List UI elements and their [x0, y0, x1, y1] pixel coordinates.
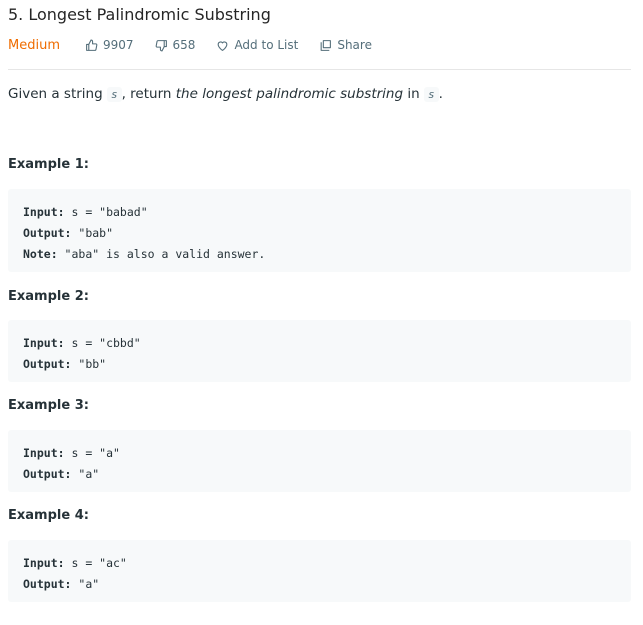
example-output-line: Output: "a"	[23, 464, 631, 485]
problem-meta-bar: Medium 9907 658 Add to List Share	[8, 37, 393, 53]
example-line-value: s = "babad"	[64, 205, 148, 219]
statement-variable-s: s	[423, 87, 439, 102]
example-output-line: Output: "bab"	[23, 223, 631, 244]
statement-emphasis: the longest palindromic substring	[175, 86, 404, 102]
example-line-value: "aba" is also a valid answer.	[57, 247, 266, 261]
example-line-label: Input:	[23, 205, 65, 219]
example-line-value: s = "a"	[64, 446, 120, 460]
example-line-value: "bab"	[71, 226, 114, 240]
statement-in: in	[403, 86, 424, 102]
statement-suffix: .	[438, 86, 443, 102]
like-button[interactable]: 9907	[85, 38, 134, 52]
example-2-title: Example 2:	[8, 289, 89, 304]
example-input-line: Input: s = "cbbd"	[23, 333, 631, 354]
example-line-value: s = "ac"	[64, 556, 127, 570]
example-output-line: Output: "bb"	[23, 354, 631, 375]
example-note-line: Note: "aba" is also a valid answer.	[23, 244, 631, 265]
statement-prefix: Given a string	[8, 86, 107, 102]
problem-description-panel: 5. Longest Palindromic Substring Medium …	[0, 0, 643, 625]
heart-icon	[218, 40, 228, 51]
header-divider	[8, 69, 631, 70]
example-line-value: "a"	[71, 467, 100, 481]
dislikes-count: 658	[172, 38, 196, 52]
example-3-block: Input: s = "a" Output: "a"	[8, 430, 631, 492]
example-line-label: Note:	[23, 247, 58, 261]
add-to-list-button[interactable]: Add to List	[216, 38, 298, 52]
example-line-label: Output:	[23, 467, 72, 481]
example-line-label: Output:	[23, 357, 72, 371]
example-line-value: "bb"	[71, 357, 107, 371]
example-1-block: Input: s = "babad" Output: "bab" Note: "…	[8, 189, 631, 272]
example-1-title: Example 1:	[8, 157, 89, 172]
share-button[interactable]: Share	[319, 38, 372, 52]
difficulty-badge: Medium	[8, 37, 60, 53]
example-line-value: s = "cbbd"	[64, 336, 141, 350]
example-line-label: Output:	[23, 226, 72, 240]
example-line-label: Input:	[23, 336, 65, 350]
add-to-list-label: Add to List	[234, 38, 299, 52]
example-output-line: Output: "a"	[23, 574, 631, 595]
thumbs-up-icon	[86, 39, 98, 51]
share-label: Share	[337, 38, 372, 52]
example-line-value: "a"	[71, 577, 100, 591]
statement-variable-s: s	[106, 87, 122, 102]
example-4-title: Example 4:	[8, 508, 89, 523]
example-3-title: Example 3:	[8, 398, 89, 413]
thumbs-down-icon	[155, 39, 167, 51]
problem-statement: Given a string s, return the longest pal…	[8, 86, 443, 102]
problem-title: 5. Longest Palindromic Substring	[8, 5, 271, 24]
example-4-block: Input: s = "ac" Output: "a"	[8, 540, 631, 602]
share-icon	[320, 39, 332, 51]
example-line-label: Output:	[23, 577, 72, 591]
statement-middle: , return	[121, 86, 176, 102]
example-input-line: Input: s = "babad"	[23, 202, 631, 223]
example-input-line: Input: s = "ac"	[23, 553, 631, 574]
likes-count: 9907	[102, 38, 134, 52]
dislike-button[interactable]: 658	[155, 38, 196, 52]
example-line-label: Input:	[23, 556, 65, 570]
example-line-label: Input:	[23, 446, 65, 460]
example-2-block: Input: s = "cbbd" Output: "bb"	[8, 320, 631, 382]
example-input-line: Input: s = "a"	[23, 443, 631, 464]
